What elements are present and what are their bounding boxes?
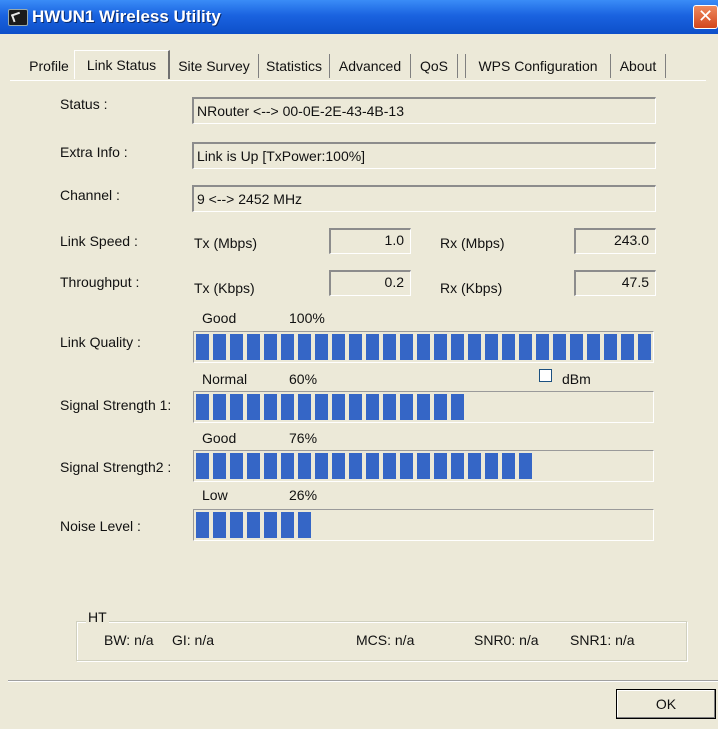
status-label: Status : xyxy=(60,96,108,112)
link-quality-percent: 100% xyxy=(289,310,325,326)
ht-mcs: MCS: n/a xyxy=(356,632,415,648)
tab-about[interactable]: About xyxy=(611,54,666,78)
link-speed-tx-label: Tx (Mbps) xyxy=(194,235,257,251)
close-icon: ✕ xyxy=(697,6,714,26)
title-bar[interactable]: HWUN1 Wireless Utility ✕ xyxy=(0,0,718,34)
tab-statistics[interactable]: Statistics xyxy=(259,54,330,78)
signal-strength-2-fill xyxy=(196,453,532,479)
signal-strength-2-label: Signal Strength2 : xyxy=(60,459,172,475)
ht-group-title: HT xyxy=(86,609,109,625)
signal-strength-2-rating: Good xyxy=(202,430,237,446)
signal-strength-1-percent: 60% xyxy=(289,371,318,387)
link-speed-tx-value: 1.0 xyxy=(329,228,411,254)
extra-info-label: Extra Info : xyxy=(60,144,128,160)
throughput-tx-value: 0.2 xyxy=(329,270,411,296)
tab-strip: Profile Link Status Site Survey Statisti… xyxy=(0,50,718,82)
signal-strength-1-label: Signal Strength 1: xyxy=(60,397,172,413)
signal-strength-2-meter xyxy=(193,450,654,482)
signal-strength-1-meter xyxy=(193,391,654,423)
wireless-utility-window: HWUN1 Wireless Utility ✕ Profile Link St… xyxy=(0,0,718,729)
noise-level-rating: Low xyxy=(202,487,228,503)
extra-info-field: Link is Up [TxPower:100%] xyxy=(192,142,656,169)
tab-site-survey[interactable]: Site Survey xyxy=(170,54,259,78)
channel-label: Channel : xyxy=(60,187,120,203)
wireless-app-icon xyxy=(8,9,28,26)
noise-level-label: Noise Level : xyxy=(60,518,141,534)
ht-snr0: SNR0: n/a xyxy=(474,632,539,648)
close-button[interactable]: ✕ xyxy=(693,5,718,29)
link-quality-label: Link Quality : xyxy=(60,334,141,350)
throughput-rx-label: Rx (Kbps) xyxy=(440,280,503,296)
throughput-label: Throughput : xyxy=(60,274,140,290)
link-speed-label: Link Speed : xyxy=(60,233,138,249)
divider xyxy=(8,680,718,682)
tab-profile[interactable]: Profile xyxy=(24,54,75,78)
channel-field: 9 <--> 2452 MHz xyxy=(192,185,656,212)
window-title: HWUN1 Wireless Utility xyxy=(32,7,221,26)
tab-advanced[interactable]: Advanced xyxy=(330,54,411,78)
link-speed-rx-value: 243.0 xyxy=(574,228,656,254)
tab-link-status[interactable]: Link Status xyxy=(74,50,170,79)
tab-wps-configuration[interactable]: WPS Configuration xyxy=(465,54,611,78)
throughput-tx-label: Tx (Kbps) xyxy=(194,280,255,296)
ht-snr1: SNR1: n/a xyxy=(570,632,635,648)
signal-strength-1-fill xyxy=(196,394,464,420)
link-quality-meter xyxy=(193,331,654,363)
ht-bw: BW: n/a xyxy=(104,632,154,648)
link-quality-rating: Good xyxy=(202,310,237,326)
tab-qos[interactable]: QoS xyxy=(411,54,458,78)
throughput-rx-value: 47.5 xyxy=(574,270,656,296)
signal-strength-1-rating: Normal xyxy=(202,371,248,387)
noise-level-percent: 26% xyxy=(289,487,318,503)
link-speed-rx-label: Rx (Mbps) xyxy=(440,235,505,251)
signal-strength-2-percent: 76% xyxy=(289,430,318,446)
dbm-label: dBm xyxy=(562,371,591,387)
ht-gi: GI: n/a xyxy=(172,632,215,648)
ok-button[interactable]: OK xyxy=(616,689,716,719)
dbm-checkbox[interactable] xyxy=(539,369,552,382)
status-field: NRouter <--> 00-0E-2E-43-4B-13 xyxy=(192,97,656,124)
noise-level-fill xyxy=(196,512,311,538)
link-quality-fill xyxy=(196,334,651,360)
noise-level-meter xyxy=(193,509,654,541)
